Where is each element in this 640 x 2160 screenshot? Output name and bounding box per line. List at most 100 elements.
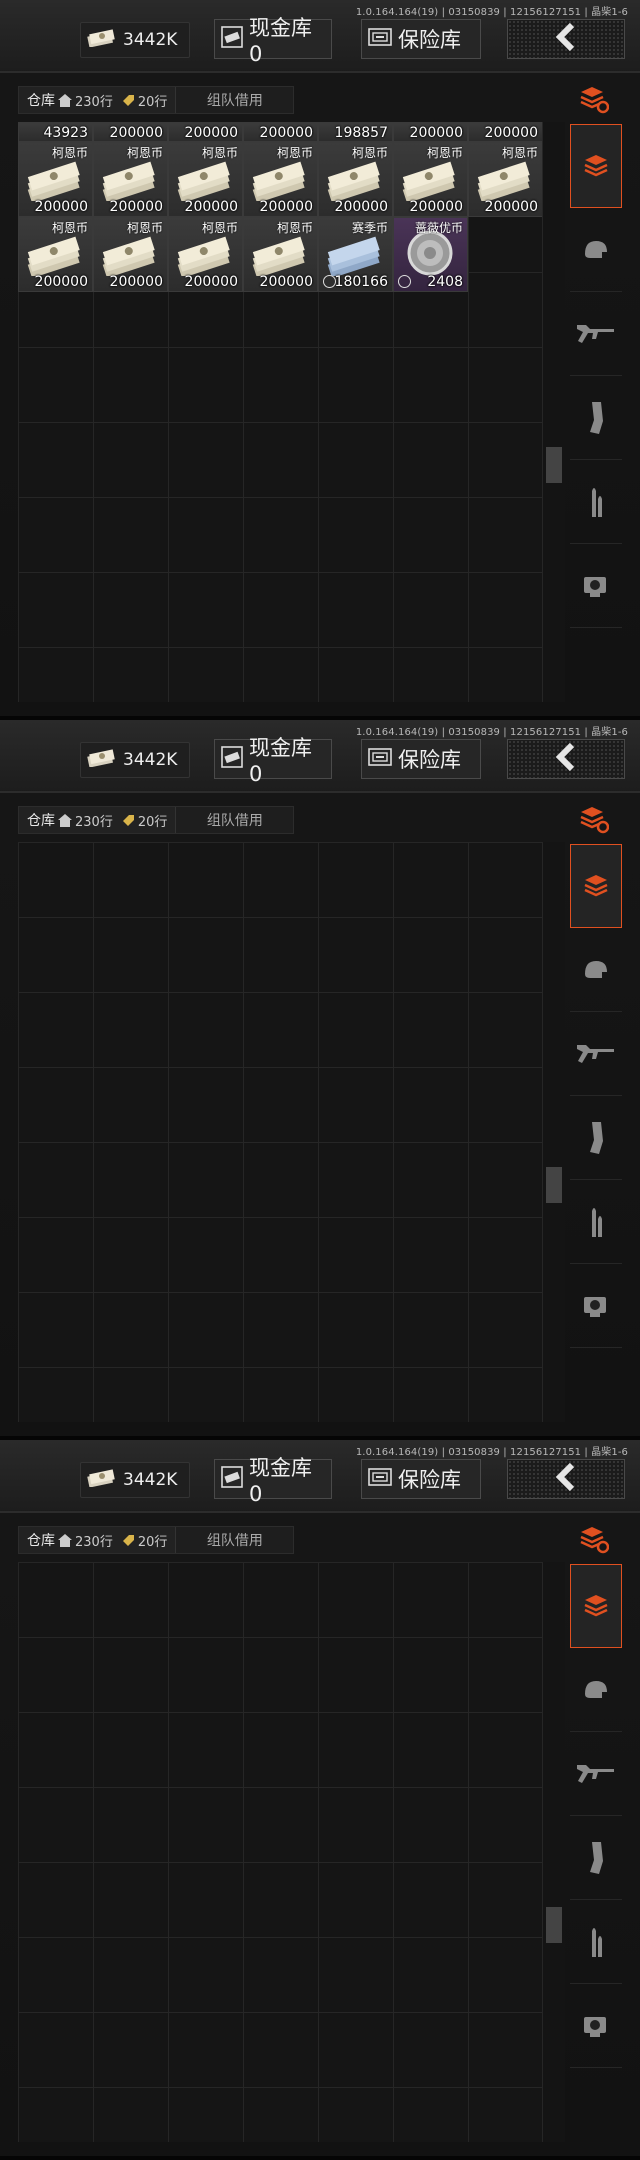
category-magazine[interactable] [570, 376, 622, 460]
tab-warehouse[interactable]: 仓库 230行 20行 [19, 807, 176, 833]
category-rifle[interactable] [570, 292, 622, 376]
item-quantity: 200000 [184, 199, 238, 215]
item-name: 柯恩币 [501, 146, 538, 160]
stack-sort-icon[interactable] [579, 1526, 610, 1554]
item-quantity: 200000 [109, 274, 163, 290]
item-name: 柯恩币 [51, 221, 88, 235]
category-helmet[interactable] [570, 208, 622, 292]
category-ammo[interactable] [570, 460, 622, 544]
item-quantity: 200000 [259, 199, 313, 215]
inventory-item[interactable]: 蔷薇优币 2408 [393, 217, 468, 292]
inventory-item[interactable]: 赛季币 180166 [318, 217, 393, 292]
item-quantity: 200000 [259, 125, 313, 141]
item-quantity: 200000 [109, 199, 163, 215]
inventory-item[interactable]: 柯恩币 200000 [468, 142, 542, 217]
safe-icon [368, 27, 392, 51]
scrollbar-thumb[interactable] [546, 447, 562, 483]
scrollbar-thumb[interactable] [546, 1167, 562, 1203]
back-button[interactable] [507, 19, 625, 59]
item-quantity: 200000 [259, 274, 313, 290]
cash-icon [87, 29, 115, 51]
capacity-20: 20行 [122, 91, 167, 110]
safe-button[interactable]: 保险库 [361, 1459, 481, 1499]
inventory-item[interactable]: 柯恩币 200000 [243, 217, 318, 292]
item-quantity: 43923 [43, 125, 88, 141]
inventory-item[interactable]: 200000 [168, 122, 243, 142]
capacity-230: 230行 [58, 1531, 113, 1550]
safe-button[interactable]: 保险库 [361, 739, 481, 779]
inventory-item[interactable]: 198857 [318, 122, 393, 142]
category-all-items[interactable] [570, 124, 622, 208]
inventory-item[interactable]: 柯恩币 200000 [393, 142, 468, 217]
cash-vault-button[interactable]: 现金库 0 [214, 16, 332, 66]
sight-icon [584, 1296, 606, 1317]
tab-team-borrow[interactable]: 组队借用 [175, 807, 293, 833]
inventory-item[interactable]: 200000 [393, 122, 468, 142]
category-rifle[interactable] [570, 1012, 622, 1096]
safe-button[interactable]: 保险库 [361, 19, 481, 59]
category-all-items[interactable] [570, 1564, 622, 1648]
category-attachment[interactable] [570, 1264, 622, 1348]
back-button[interactable] [507, 739, 625, 779]
tab-warehouse[interactable]: 仓库 230行 20行 [19, 87, 176, 113]
chevron-left-icon [554, 742, 578, 775]
category-all-items[interactable] [570, 844, 622, 928]
category-magazine[interactable] [570, 1816, 622, 1900]
grid-scrollbar[interactable] [543, 842, 565, 1422]
stack-sort-icon[interactable] [579, 806, 610, 834]
scrollbar-thumb[interactable] [546, 1907, 562, 1943]
tab-team-borrow[interactable]: 组队借用 [175, 87, 293, 113]
money-display: 3442K [80, 742, 190, 778]
clock-icon [398, 275, 411, 288]
rose-coin-icon [404, 230, 456, 280]
inventory-item[interactable]: 柯恩币 200000 [18, 217, 93, 292]
grid-scrollbar[interactable] [543, 122, 565, 702]
category-ammo[interactable] [570, 1180, 622, 1264]
category-helmet[interactable] [570, 1648, 622, 1732]
category-attachment[interactable] [570, 1984, 622, 2068]
storage-tabs: 仓库 230行 20行 组队借用 [18, 1526, 295, 1554]
back-button[interactable] [507, 1459, 625, 1499]
stack-sort-icon[interactable] [579, 86, 610, 114]
header-divider [0, 791, 640, 793]
warehouse-panel-3: 1.0.164.164(19) | 03150839 | 12156127151… [0, 1440, 640, 2160]
inventory-grid [18, 1562, 543, 2142]
item-quantity: 200000 [109, 125, 163, 141]
inventory-item[interactable]: 柯恩币 200000 [243, 142, 318, 217]
sight-icon [584, 2016, 606, 2037]
item-name: 柯恩币 [201, 221, 238, 235]
chevron-left-icon [554, 1462, 578, 1495]
item-quantity: 200000 [484, 125, 538, 141]
tab-team-borrow[interactable]: 组队借用 [175, 1527, 293, 1553]
item-quantity: 198857 [334, 125, 388, 141]
inventory-item[interactable]: 43923 [18, 122, 93, 142]
inventory-item[interactable]: 柯恩币 200000 [168, 142, 243, 217]
category-rifle[interactable] [570, 1732, 622, 1816]
version-label: 1.0.164.164(19) | 03150839 | 12156127151… [355, 727, 628, 738]
house-icon [58, 93, 72, 107]
inventory-item[interactable]: 柯恩币 200000 [318, 142, 393, 217]
grid-scrollbar[interactable] [543, 1562, 565, 2142]
item-quantity: 200000 [184, 274, 238, 290]
cash-vault-button[interactable]: 现金库 0 [214, 1456, 332, 1506]
inventory-item[interactable]: 200000 [468, 122, 542, 142]
cash-vault-icon [221, 1465, 243, 1493]
inventory-item[interactable]: 柯恩币 200000 [93, 217, 168, 292]
cash-vault-icon [221, 25, 243, 53]
capacity-20: 20行 [122, 811, 168, 830]
category-ammo[interactable] [570, 1900, 622, 1984]
item-quantity: 200000 [34, 274, 88, 290]
warehouse-panel-1: 1.0.164.164(19) | 03150839 | 12156127151… [0, 0, 640, 720]
category-helmet[interactable] [570, 928, 622, 1012]
inventory-item[interactable]: 200000 [93, 122, 168, 142]
inventory-item[interactable]: 200000 [243, 122, 318, 142]
inventory-item[interactable]: 柯恩币 200000 [18, 142, 93, 217]
inventory-item[interactable]: 柯恩币 200000 [93, 142, 168, 217]
tab-warehouse[interactable]: 仓库 230行 20行 [19, 1527, 176, 1553]
category-magazine[interactable] [570, 1096, 622, 1180]
inventory-item[interactable]: 柯恩币 200000 [168, 217, 243, 292]
item-name: 赛季币 [351, 221, 388, 235]
cash-vault-button[interactable]: 现金库 0 [214, 736, 332, 786]
rows-20-label: 20行 [137, 814, 168, 830]
category-attachment[interactable] [570, 544, 622, 628]
